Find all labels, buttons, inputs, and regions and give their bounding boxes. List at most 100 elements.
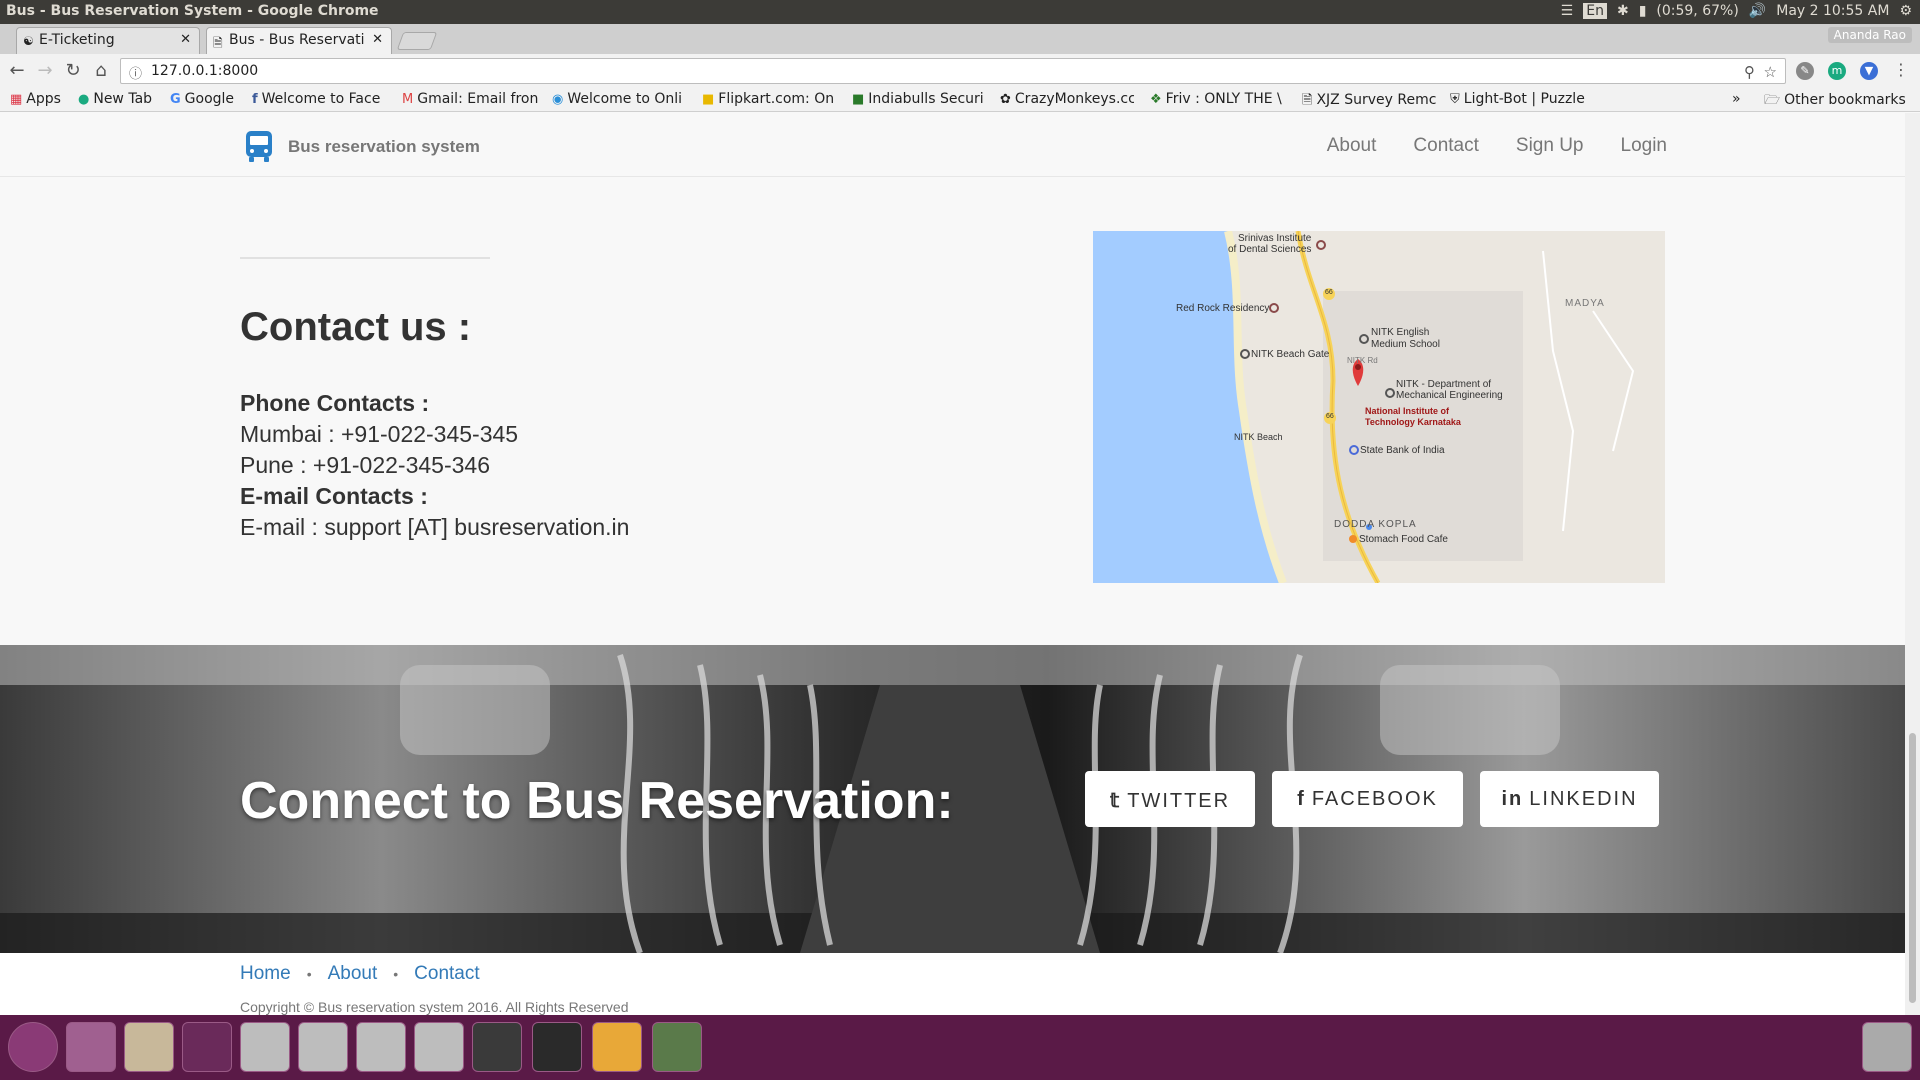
clock[interactable]: May 2 10:55 AM [1776,3,1889,19]
brand-name[interactable]: Bus reservation system [288,137,480,157]
bookmarks-bar: ▦ Apps ● New Tab G Google f Welcome to Face … [0,88,1920,112]
map-label: Srinivas Institute [1238,233,1312,244]
indiabulls-icon: ■ [852,92,865,107]
drive-icon[interactable] [356,1022,406,1072]
connect-banner: Connect to Bus Reservation: 𝕥 TWITTER f FA… [0,645,1905,953]
globe-icon: ◉ [552,92,564,107]
highway-66-shield: 66 [1326,413,1334,420]
nav-login[interactable]: Login [1621,135,1668,157]
facebook-button[interactable]: f FACEBOOK [1272,771,1463,827]
os-launcher [0,1015,1920,1080]
bookmark-google[interactable]: G Google [170,91,242,107]
battery-status[interactable]: (0:59, 67%) [1656,3,1738,19]
site-navbar: Bus reservation system About Contact Sig… [0,113,1905,177]
bookmark-online[interactable]: ◉ Welcome to Onli [552,91,686,107]
zoom-icon[interactable]: ⚲ [1744,63,1755,81]
close-tab-icon[interactable]: ✕ [180,32,191,47]
bookmark-lightbot[interactable]: ⛨ Light-Bot | Puzzle [1450,91,1590,107]
nav-contact[interactable]: Contact [1413,135,1478,157]
bookmark-friv[interactable]: ❖ Friv : ONLY THE \ [1150,91,1288,107]
close-tab-icon[interactable]: ✕ [372,32,383,47]
forward-arrow-icon[interactable]: → [34,60,56,81]
reload-icon[interactable]: ↻ [62,60,84,81]
ubuntu-dash-icon[interactable] [8,1022,58,1072]
nav-sign-up[interactable]: Sign Up [1516,135,1584,157]
contact-title: Contact us : [240,305,472,349]
workspace-icon[interactable] [66,1022,116,1072]
mumbai-phone: Mumbai : +91-022-345-345 [240,421,519,447]
map-label: NITK Beach Gate [1251,349,1330,360]
drive-icon[interactable] [240,1022,290,1072]
facebook-icon: f [252,92,258,107]
twitter-button[interactable]: 𝕥 TWITTER [1085,771,1255,827]
location-map[interactable]: Srinivas Institute of Dental Sciences Re… [1093,231,1665,583]
footer-contact-link[interactable]: Contact [414,963,479,984]
gmail-icon: M [402,92,414,107]
monkey-icon: ✿ [1000,92,1011,107]
bookmark-survey[interactable]: 🗎 XJZ Survey Remc [1302,91,1438,113]
folder-icon: 🗁 [1764,93,1781,108]
bookmark-star-icon[interactable]: ☆ [1764,63,1777,81]
software-updater-icon[interactable] [652,1022,702,1072]
volume-icon[interactable]: 🔊 [1749,3,1766,19]
bookmark-crazymonkeys[interactable]: ✿ CrazyMonkeys.cc [1000,91,1134,107]
browser-toolbar: ← → ↻ ⌂ ⓘ 127.0.0.1:8000 ⚲ ☆ ✎ m ▼ ⋮ [0,54,1920,88]
bookmark-indiabulls[interactable]: ■ Indiabulls Securi [852,91,986,107]
email-heading: E-mail Contacts : [240,483,428,509]
page-scrollbar[interactable] [1905,113,1920,1015]
contact-details: Phone Contacts : Mumbai : +91-022-345-34… [240,388,629,543]
footer-home-link[interactable]: Home [240,963,291,984]
drive-icon[interactable] [414,1022,464,1072]
footer-about-link[interactable]: About [328,963,378,984]
terminal-icon[interactable] [532,1022,582,1072]
linkedin-button[interactable]: in LINKEDIN [1480,771,1659,827]
highway-66-shield: 66 [1325,289,1333,296]
new-tab-button[interactable] [396,32,438,50]
battery-icon[interactable]: ▮ [1639,3,1647,19]
bookmark-flipkart[interactable]: ■ Flipkart.com: On [702,91,836,107]
map-label: NITK Rd [1347,356,1378,365]
map-label: DODDA KOPLA [1334,519,1417,530]
sublime-text-icon[interactable] [472,1022,522,1072]
bookmark-other[interactable]: 🗁 Other bookmarks [1764,91,1916,113]
bookmark-facebook[interactable]: f Welcome to Face [252,91,386,107]
bookmark-new-tab[interactable]: ● New Tab [78,91,160,107]
bookmarks-overflow-icon[interactable]: » [1732,91,1746,107]
map-label: Mechanical Engineering [1396,390,1503,401]
trash-icon[interactable] [1862,1022,1912,1072]
page-icon: 🗎 [213,36,223,50]
home-icon[interactable]: ⌂ [90,60,112,81]
section-divider [240,257,490,259]
extension-icon[interactable]: ✎ [1796,62,1814,80]
tab-e-ticketing[interactable]: ☯ E-Ticketing ✕ [16,27,200,54]
tab-bus-reservation[interactable]: 🗎 Bus - Bus Reservati ✕ [206,27,392,54]
chrome-menu-icon[interactable]: ⋮ [1890,60,1912,79]
newtab-icon: ● [78,92,90,107]
wifi-icon[interactable]: ☰ [1561,3,1574,19]
language-indicator[interactable]: En [1583,3,1607,19]
map-label: Red Rock Residency [1176,303,1270,314]
back-arrow-icon[interactable]: ← [6,60,28,81]
web-page: Bus reservation system About Contact Sig… [0,113,1905,1015]
google-icon: G [170,92,181,107]
profile-badge[interactable]: Ananda Rao [1827,27,1912,43]
pin-extension-icon[interactable]: ▼ [1860,62,1878,80]
friv-icon: ❖ [1150,92,1162,107]
bookmark-gmail[interactable]: M Gmail: Email fron [402,91,538,107]
m-extension-icon[interactable]: m [1828,62,1846,80]
page-info-icon[interactable]: ⓘ [129,63,142,82]
bookmark-apps[interactable]: ▦ Apps [10,91,70,107]
bluetooth-icon[interactable]: ✱ [1617,3,1629,19]
files-icon[interactable] [124,1022,174,1072]
footer-links: Home • About • Contact [240,963,480,985]
scrollbar-thumb[interactable] [1909,733,1916,1003]
drive-icon[interactable] [298,1022,348,1072]
settings-gear-icon[interactable]: ⚙ [1899,3,1912,19]
address-text[interactable]: 127.0.0.1:8000 [151,63,258,79]
address-bar[interactable]: ⓘ 127.0.0.1:8000 ⚲ ☆ [120,58,1786,84]
facebook-icon: f [1297,788,1306,810]
site-nav-links: About Contact Sign Up Login [1327,135,1667,157]
chrome-icon[interactable] [592,1022,642,1072]
nav-about[interactable]: About [1327,135,1377,157]
workspace-switcher-icon[interactable] [182,1022,232,1072]
